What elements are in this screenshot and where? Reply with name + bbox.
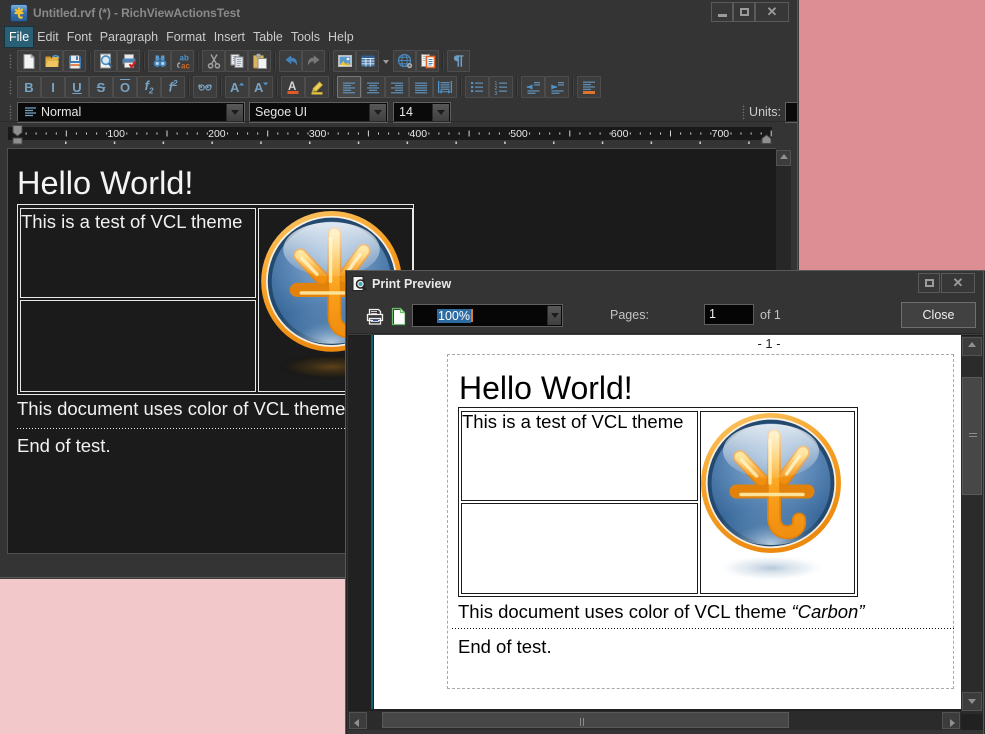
svg-text:200: 200 (208, 128, 226, 140)
svg-text:100: 100 (107, 128, 125, 140)
svg-text:3: 3 (495, 91, 498, 95)
svg-text:600: 600 (611, 128, 629, 140)
svg-text:700: 700 (712, 128, 730, 140)
svg-text:A: A (230, 80, 240, 95)
svg-text:A: A (254, 80, 264, 95)
svg-text:300: 300 (309, 128, 327, 140)
svg-text:400: 400 (410, 128, 428, 140)
svg-text:500: 500 (510, 128, 528, 140)
svg-text:ac: ac (181, 62, 190, 70)
